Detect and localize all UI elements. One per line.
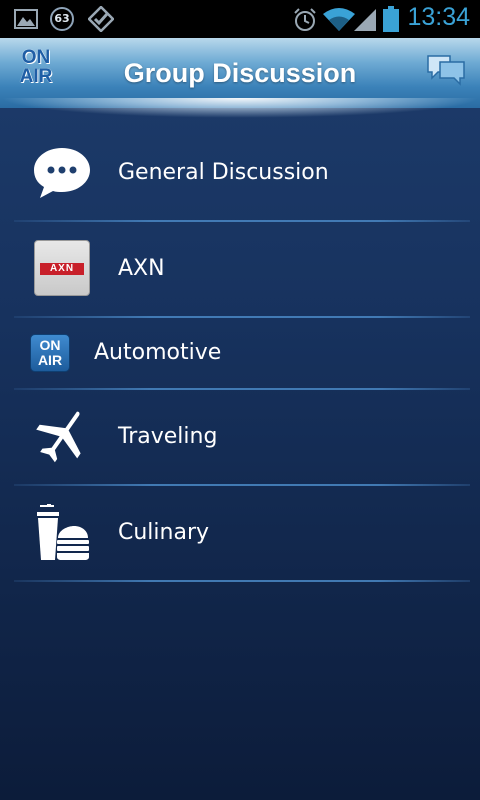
list-item-label: Culinary bbox=[118, 520, 210, 545]
clock: 13:34 bbox=[407, 3, 470, 31]
onair-top: ON bbox=[39, 337, 61, 353]
divider bbox=[14, 580, 470, 582]
status-bar: 63 13:34 bbox=[0, 0, 480, 38]
battery-icon bbox=[383, 6, 399, 32]
list-item-automotive[interactable] bbox=[0, 318, 480, 388]
app-icon bbox=[88, 6, 114, 32]
onair-bottom: AIR bbox=[37, 352, 63, 368]
wifi-icon bbox=[323, 8, 355, 31]
list-item-label: Automotive bbox=[94, 340, 222, 365]
chat-bubbles-icon[interactable] bbox=[426, 52, 466, 88]
list-item-label: General Discussion bbox=[118, 160, 329, 185]
axn-logo-icon: AXN bbox=[34, 240, 90, 296]
image-icon bbox=[14, 9, 38, 29]
list-item-label: AXN bbox=[118, 256, 165, 281]
on-air-logo-icon: ON AIR bbox=[30, 334, 70, 372]
speech-bubble-icon bbox=[34, 148, 90, 198]
axn-logo-text: AXN bbox=[40, 263, 84, 275]
list-item-general-discussion[interactable]: General Discussion bbox=[0, 126, 480, 221]
alarm-icon bbox=[294, 8, 316, 31]
food-drink-icon bbox=[37, 504, 89, 560]
list-item-label: Traveling bbox=[118, 424, 218, 449]
signal-icon bbox=[354, 9, 376, 31]
page-title: Group Discussion bbox=[123, 58, 357, 88]
notification-count-icon: 63 bbox=[50, 7, 74, 31]
app-header: ON AIR Group Discussion bbox=[0, 38, 480, 118]
airplane-icon bbox=[36, 411, 81, 463]
